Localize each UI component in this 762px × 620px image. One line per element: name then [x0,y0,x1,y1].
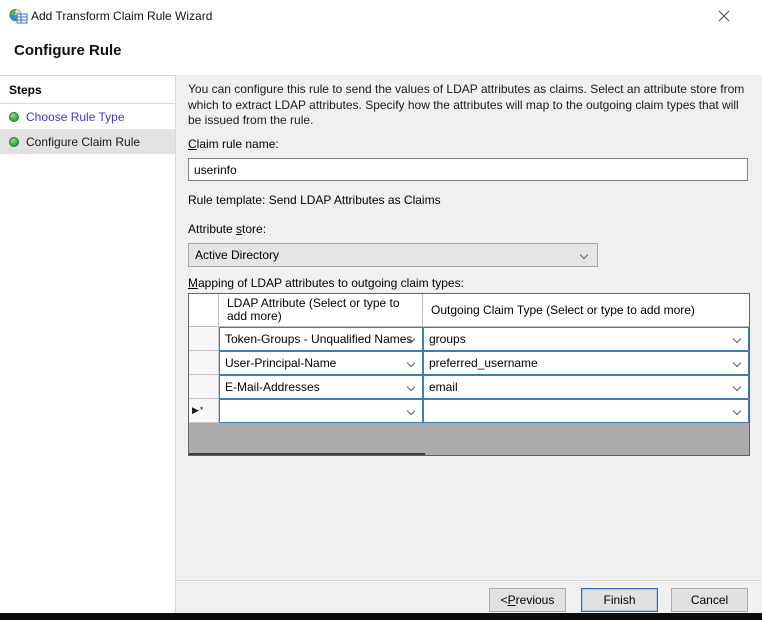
ldap-mapping-table: LDAP Attribute (Select or type to add mo… [188,293,750,456]
chevron-down-icon [407,383,415,391]
outgoing-claim-type-column-header: Outgoing Claim Type (Select or type to a… [423,294,749,327]
title-bar: Add Transform Claim Rule Wizard [0,0,762,34]
row-selector[interactable] [189,375,219,399]
row-selector[interactable] [189,351,219,375]
close-icon [718,10,730,22]
chevron-down-icon [733,383,741,391]
outgoing-claim-type-dropdown[interactable]: preferred_username [423,351,749,375]
row-selector-header [189,294,219,327]
chevron-down-icon [733,407,741,415]
window-title: Add Transform Claim Rule Wizard [31,9,212,23]
chevron-down-icon [733,359,741,367]
step-label: Choose Rule Type [26,110,125,124]
previous-button[interactable]: < Previous [489,588,566,612]
attribute-store-value: Active Directory [195,248,279,262]
finish-button[interactable]: Finish [581,588,658,612]
ldap-attribute-column-header: LDAP Attribute (Select or type to add mo… [219,294,423,327]
ldap-attribute-dropdown[interactable]: E-Mail-Addresses [219,375,423,399]
outgoing-claim-type-dropdown[interactable]: email [423,375,749,399]
table-row: E-Mail-Addresses email [189,375,749,399]
rule-template-text: Rule template: Send LDAP Attributes as C… [188,193,441,207]
outgoing-claim-type-dropdown[interactable]: groups [423,327,749,351]
table-row: Token-Groups - Unqualified Names groups [189,327,749,351]
cancel-button[interactable]: Cancel [671,588,748,612]
ldap-attribute-dropdown[interactable]: User-Principal-Name [219,351,423,375]
content-panel: You can configure this rule to send the … [176,75,762,613]
rule-description: You can configure this rule to send the … [188,82,754,129]
mapping-label: Mapping of LDAP attributes to outgoing c… [188,276,464,290]
row-selector[interactable] [189,327,219,351]
step-item-configure-claim-rule[interactable]: Configure Claim Rule [0,129,175,154]
ldap-attribute-dropdown[interactable]: Token-Groups - Unqualified Names [219,327,423,351]
table-new-row: ▶* [189,399,749,423]
ldap-attribute-dropdown[interactable] [219,399,423,423]
outgoing-claim-type-dropdown[interactable] [423,399,749,423]
chevron-down-icon [580,251,588,259]
step-label: Configure Claim Rule [26,135,140,149]
steps-header: Steps [0,76,175,104]
green-dot-icon [9,112,19,122]
new-row-indicator[interactable]: ▶* [189,399,219,423]
chevron-down-icon [407,359,415,367]
claim-rule-name-label: Claim rule name: [188,137,279,151]
claim-rule-wizard-icon [9,8,28,25]
green-dot-icon [9,137,19,147]
attribute-store-label: Attribute store: [188,222,266,236]
chevron-down-icon [733,335,741,343]
steps-sidebar: Steps Choose Rule Type Configure Claim R… [0,75,176,613]
table-header-row: LDAP Attribute (Select or type to add mo… [189,294,749,327]
page-title: Configure Rule [14,42,122,59]
close-button[interactable] [700,0,748,32]
footer-divider [176,580,762,582]
claim-rule-name-input[interactable] [188,158,748,181]
table-row: User-Principal-Name preferred_username [189,351,749,375]
table-bottom-edge [189,453,425,455]
chevron-down-icon [407,407,415,415]
step-item-choose-rule-type[interactable]: Choose Rule Type [0,104,175,129]
screen-bottom-edge [0,613,762,620]
attribute-store-dropdown[interactable]: Active Directory [188,243,598,267]
